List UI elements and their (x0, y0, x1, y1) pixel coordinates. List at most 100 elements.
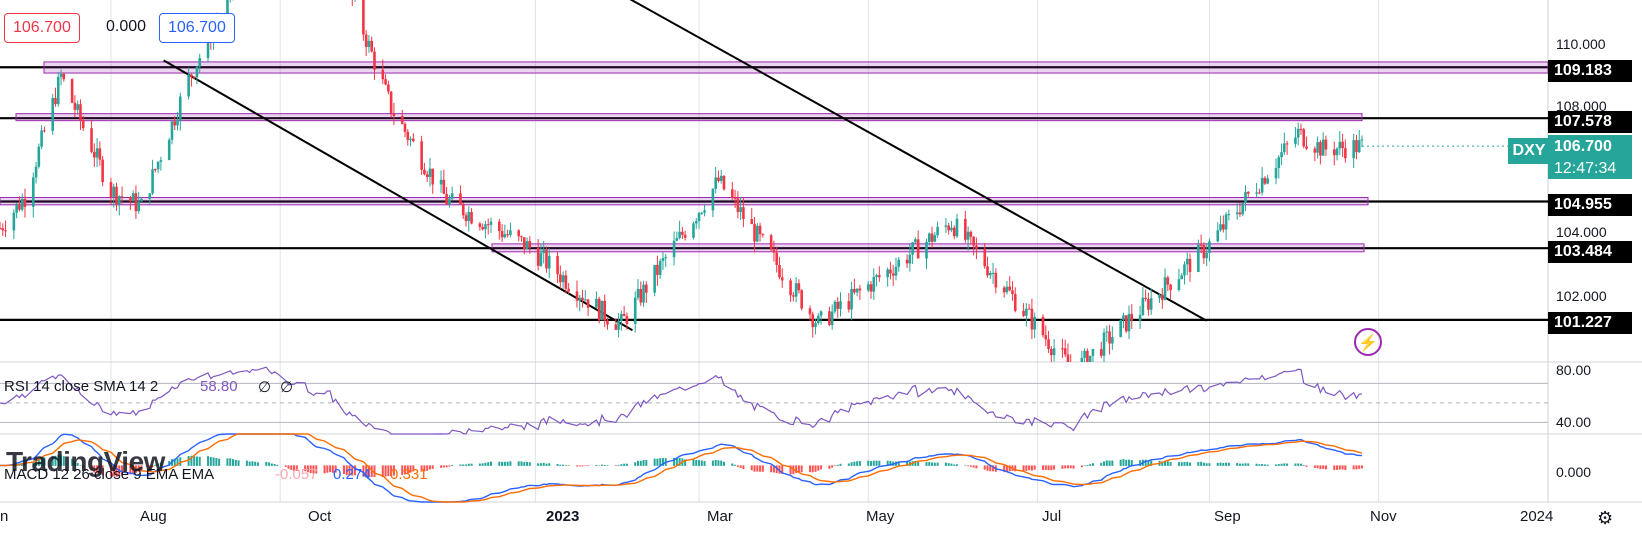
candle-body (1088, 355, 1092, 362)
macd-histogram-bar (559, 464, 562, 466)
macd-histogram-bar (1086, 465, 1089, 466)
settings-gear-icon[interactable]: ⚙ (1597, 508, 1613, 529)
macd-histogram-bar (717, 460, 720, 466)
candle-body (34, 166, 38, 178)
candle-body (1099, 349, 1103, 356)
candle-body (428, 168, 432, 177)
macd-histogram-bar (256, 462, 259, 466)
macd-histogram-bar (603, 464, 606, 466)
candle-body (1227, 214, 1231, 216)
rsi-label[interactable]: RSI 14 close SMA 14 2 (4, 378, 158, 395)
macd-histogram-bar (539, 463, 542, 466)
candle-body (459, 193, 462, 204)
candle-body (442, 179, 446, 194)
candle-body (808, 308, 812, 315)
macd-histogram-bar (1227, 462, 1230, 466)
macd-histogram-bar (1208, 463, 1211, 466)
lightning-icon[interactable]: ⚡ (1354, 328, 1382, 356)
macd-histogram-bar (1119, 459, 1122, 466)
candle-body (914, 239, 917, 243)
price-tick: 104.000 (1556, 224, 1607, 240)
rsi-value: 58.80 (200, 378, 238, 395)
candle-body (753, 224, 756, 242)
macd-histogram-bar (625, 463, 628, 466)
macd-histogram-bar (831, 465, 834, 468)
macd-histogram-bar (928, 461, 931, 466)
candle-body (445, 193, 448, 205)
candle-body (556, 255, 559, 275)
macd-histogram-bar (248, 461, 251, 466)
candle-body (769, 235, 773, 250)
macd-histogram-bar (623, 463, 626, 466)
candle-body (814, 323, 817, 327)
macd-histogram-bar (1089, 464, 1092, 466)
macd-histogram-bar (820, 465, 823, 470)
macd-histogram-bar (917, 462, 920, 466)
candle-body (930, 233, 934, 242)
macd-histogram-bar (1186, 461, 1189, 466)
candle-body (617, 320, 620, 330)
macd-histogram-bar (1299, 463, 1302, 466)
resistance-zone (491, 243, 1365, 253)
macd-histogram-bar (207, 456, 210, 466)
candle-body (498, 221, 501, 231)
macd-histogram-bar (548, 463, 551, 466)
candle-body (1219, 224, 1222, 231)
candle-body (373, 51, 376, 70)
macd-histogram-bar (445, 465, 448, 468)
macd-histogram-bar (251, 461, 254, 466)
candle-body (1260, 177, 1264, 193)
macd-label[interactable]: MACD 12 26 close 9 EMA EMA (4, 466, 214, 483)
macd-histogram-bar (944, 462, 947, 466)
macd-histogram-bar (562, 464, 565, 466)
macd-histogram-bar (1080, 465, 1083, 468)
macd-histogram-bar (1255, 463, 1258, 466)
macd-histogram-bar (1277, 464, 1280, 466)
candle-body (1022, 310, 1025, 316)
symbol-badge[interactable]: DXY (1508, 138, 1550, 164)
candle-body (866, 284, 870, 291)
candle-body (1002, 287, 1006, 293)
macd-histogram-bar (268, 462, 271, 466)
candle-body (875, 275, 878, 277)
candle-body (1063, 348, 1067, 355)
candle-body (1080, 357, 1084, 362)
macd-histogram-bar (872, 460, 875, 466)
chart-canvas[interactable] (0, 0, 1642, 540)
candle-body (392, 113, 396, 116)
level-tag: 107.578 (1548, 111, 1632, 133)
macd-histogram-bar (606, 465, 609, 466)
macd-histogram-bar (878, 460, 881, 466)
candle-body (484, 224, 487, 230)
candle-body (697, 213, 701, 222)
candle-body (478, 223, 482, 228)
candle-body (112, 186, 116, 197)
macd-histogram-bar (1344, 465, 1347, 471)
x-axis-label: Aug (140, 508, 167, 525)
macd-histogram-bar (969, 465, 972, 467)
macd-histogram-bar (750, 465, 753, 471)
candle-body (1224, 214, 1228, 230)
candle-body (1352, 140, 1355, 159)
candle-body (739, 207, 742, 213)
macd-histogram-bar (925, 462, 928, 466)
macd-histogram-bar (614, 465, 617, 467)
candle-body (40, 130, 43, 147)
macd-histogram-bar (1180, 462, 1183, 466)
candle-body (656, 264, 659, 275)
macd-histogram-bar (753, 465, 756, 472)
open-value-box: 106.700 (4, 13, 80, 43)
candle-body (148, 193, 152, 200)
macd-histogram-bar (800, 465, 803, 473)
macd-histogram-bar (1033, 465, 1036, 470)
candle-body (639, 288, 643, 303)
macd-histogram-bar (226, 458, 229, 466)
candle-body (51, 97, 55, 131)
candle-body (1302, 129, 1306, 147)
macd-histogram-bar (1205, 463, 1208, 466)
candle-body (90, 128, 93, 152)
candle-body (988, 273, 992, 276)
macd-histogram-bar (692, 459, 695, 466)
macd-histogram-bar (1275, 464, 1278, 466)
candle-body (1313, 148, 1317, 153)
